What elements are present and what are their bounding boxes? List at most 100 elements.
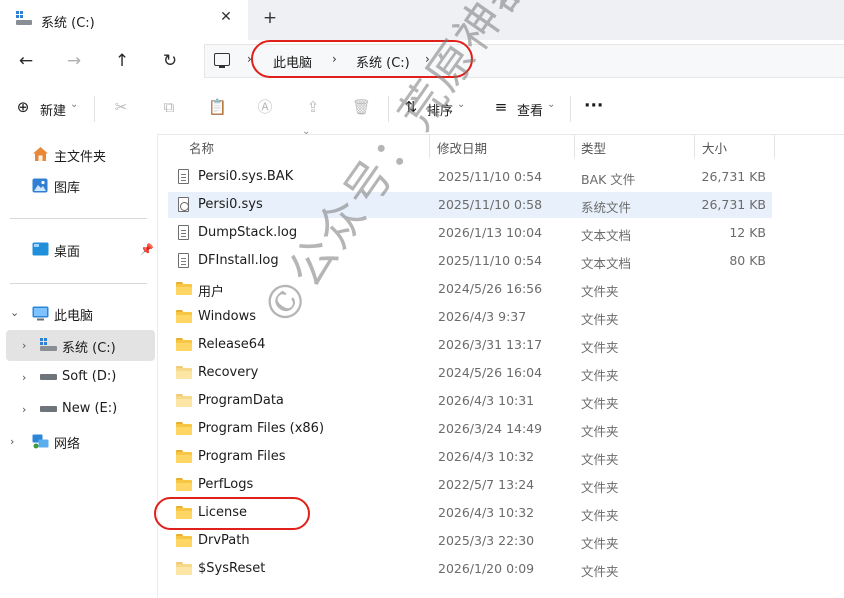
highlight-circle-license — [154, 497, 310, 530]
network-icon — [32, 434, 49, 449]
refresh-button[interactable]: ↻ — [156, 48, 184, 74]
folder-icon — [176, 534, 192, 547]
sidebar-item-drive-d[interactable]: Soft (D:) — [62, 369, 116, 384]
file-row[interactable]: Program Files 2026/4/3 10:32 文件夹 — [168, 444, 772, 470]
view-icon: ≡ — [494, 98, 508, 116]
close-tab-icon[interactable]: ✕ — [217, 9, 235, 25]
column-header-size[interactable]: 大小 — [702, 138, 727, 157]
view-button[interactable]: 查看 — [517, 100, 543, 119]
up-button[interactable]: ↑ — [108, 48, 136, 74]
file-type: 文件夹 — [581, 396, 619, 411]
share-icon[interactable]: ⇪ — [304, 98, 322, 116]
file-name: DumpStack.log — [198, 225, 298, 240]
folder-icon — [176, 338, 192, 351]
chevron-down-icon: ⌄ — [70, 99, 79, 110]
folder-icon — [176, 310, 192, 323]
sort-indicator-icon: ⌄ — [302, 126, 311, 137]
rename-icon[interactable]: Ⓐ — [256, 98, 274, 116]
file-date: 2024/5/26 16:04 — [438, 365, 543, 380]
file-row[interactable]: DrvPath 2025/3/3 22:30 文件夹 — [168, 528, 772, 554]
file-row[interactable]: Program Files (x86) 2026/3/24 14:49 文件夹 — [168, 416, 772, 442]
file-date: 2026/4/3 9:37 — [438, 309, 527, 324]
file-size: 26,731 KB — [701, 169, 766, 184]
file-size: 26,731 KB — [701, 197, 766, 212]
new-tab-button[interactable]: + — [262, 8, 278, 28]
sidebar-item-desktop[interactable]: 桌面 — [54, 241, 80, 260]
new-button[interactable]: 新建 — [40, 100, 66, 119]
file-name: Windows — [198, 309, 257, 324]
file-row[interactable]: Release64 2026/3/31 13:17 文件夹 — [168, 332, 772, 358]
file-name: PerfLogs — [198, 477, 254, 492]
file-date: 2025/11/10 0:54 — [438, 253, 543, 268]
sidebar-item-this-pc[interactable]: 此电脑 — [54, 305, 93, 324]
file-row[interactable]: Persi0.sys 2025/11/10 0:58 系统文件 26,731 KB — [168, 192, 772, 218]
sidebar-divider — [10, 283, 147, 284]
file-type: 文本文档 — [581, 256, 632, 271]
file-type: 文件夹 — [581, 424, 619, 439]
file-row[interactable]: ProgramData 2026/4/3 10:31 文件夹 — [168, 388, 772, 414]
pin-icon[interactable]: 📌 — [140, 243, 154, 256]
cut-icon[interactable]: ✂ — [112, 98, 130, 116]
chevron-down-icon: ⌄ — [547, 99, 556, 110]
document-icon — [178, 253, 189, 268]
file-row[interactable]: DumpStack.log 2026/1/13 10:04 文本文档 12 KB — [168, 220, 772, 246]
sidebar-item-network[interactable]: 网络 — [54, 433, 80, 452]
document-icon — [178, 169, 189, 184]
sidebar-item-drive-e[interactable]: New (E:) — [62, 401, 117, 416]
file-row[interactable]: $SysReset 2026/1/20 0:09 文件夹 — [168, 556, 772, 582]
monitor-stand — [219, 66, 225, 68]
column-header-name[interactable]: 名称 — [189, 138, 214, 157]
system-file-icon — [178, 197, 189, 212]
more-options-button[interactable]: ··· — [584, 96, 603, 116]
file-date: 2026/1/20 0:09 — [438, 561, 535, 576]
file-row[interactable]: DFInstall.log 2025/11/10 0:54 文本文档 80 KB — [168, 248, 772, 274]
tab-active[interactable]: 系统 (C:) ✕ — [0, 0, 248, 40]
column-divider[interactable] — [774, 134, 775, 158]
file-size: 12 KB — [729, 225, 766, 240]
file-row[interactable]: Persi0.sys.BAK 2025/11/10 0:54 BAK 文件 26,73… — [168, 164, 772, 190]
file-size: 80 KB — [729, 253, 766, 268]
drive-c-icon — [40, 338, 57, 351]
toolbar-divider — [94, 96, 95, 122]
file-row[interactable]: PerfLogs 2022/5/7 13:24 文件夹 — [168, 472, 772, 498]
drive-d-icon — [40, 374, 57, 380]
file-date: 2025/3/3 22:30 — [438, 533, 535, 548]
home-icon — [33, 147, 48, 161]
chevron-right-icon[interactable]: › — [22, 403, 26, 416]
sidebar-item-home[interactable]: 主文件夹 — [54, 146, 106, 165]
file-date: 2025/11/10 0:58 — [438, 197, 543, 212]
folder-pale-icon — [176, 394, 192, 407]
chevron-right-icon[interactable]: › — [22, 371, 26, 384]
file-date: 2026/4/3 10:32 — [438, 449, 535, 464]
file-name: Program Files (x86) — [198, 421, 325, 436]
sidebar-item-gallery[interactable]: 图库 — [54, 177, 80, 196]
chevron-right-icon[interactable]: › — [22, 339, 26, 352]
file-type: 文件夹 — [581, 452, 619, 467]
copy-icon[interactable]: ⧉ — [160, 98, 178, 116]
file-type: 文件夹 — [581, 536, 619, 551]
sidebar-item-drive-c[interactable]: 系统 (C:) — [62, 337, 116, 356]
file-name: 用户 — [198, 285, 225, 300]
chevron-right-icon[interactable]: › — [10, 435, 14, 448]
drive-icon — [16, 11, 32, 25]
file-name: Persi0.sys — [198, 197, 263, 212]
folder-icon — [176, 282, 192, 295]
back-button[interactable]: ← — [12, 48, 40, 74]
column-header-date[interactable]: 修改日期 — [437, 138, 487, 157]
file-type: 文本文档 — [581, 228, 632, 243]
paste-icon[interactable]: 📋 — [208, 98, 227, 116]
file-row[interactable]: Recovery 2024/5/26 16:04 文件夹 — [168, 360, 772, 386]
file-type: 文件夹 — [581, 284, 619, 299]
folder-icon — [176, 422, 192, 435]
column-header-type[interactable]: 类型 — [581, 138, 606, 157]
file-name: $SysReset — [198, 561, 266, 576]
column-divider[interactable] — [574, 134, 575, 158]
column-divider[interactable] — [694, 134, 695, 158]
file-date: 2022/5/7 13:24 — [438, 477, 535, 492]
chevron-down-icon[interactable]: ⌄ — [10, 306, 19, 319]
file-date: 2025/11/10 0:54 — [438, 169, 543, 184]
gallery-icon — [32, 178, 48, 193]
delete-icon[interactable]: 🗑 — [352, 98, 371, 116]
forward-button[interactable]: → — [60, 48, 88, 74]
file-name: DrvPath — [198, 533, 250, 548]
